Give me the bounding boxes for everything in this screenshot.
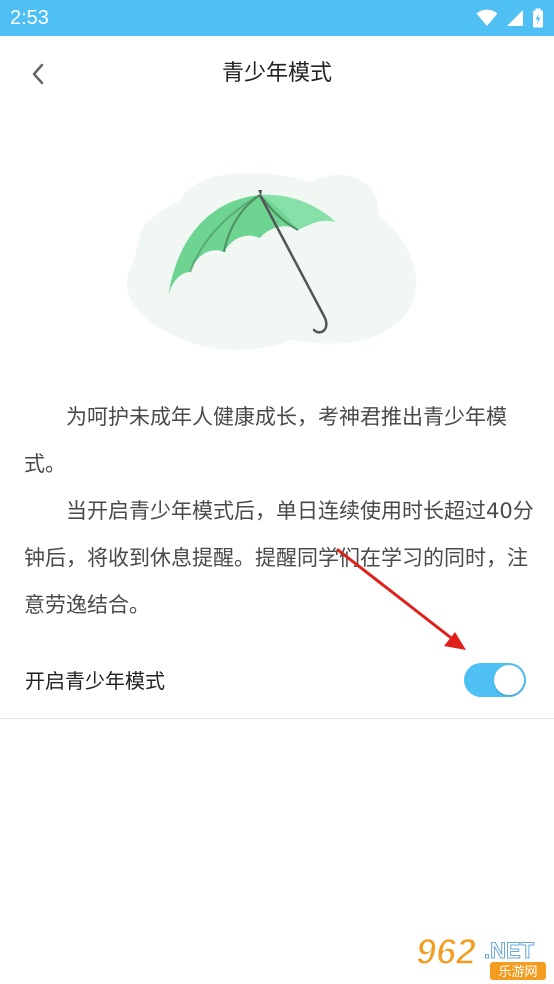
teen-mode-label: 开启青少年模式 <box>25 669 165 693</box>
toggle-knob <box>494 665 524 695</box>
wifi-icon <box>476 9 498 27</box>
header: 青少年模式 <box>0 36 554 114</box>
page-title: 青少年模式 <box>221 61 332 86</box>
status-bar: 2:53 <box>0 0 554 36</box>
svg-text:.NET: .NET <box>484 938 535 963</box>
teen-mode-setting-row: 开启青少年模式 <box>0 648 554 719</box>
screen: 2:53 青少年模式 为呵护未成年人健康成长，考神君推出青少年模式。 当开启青少… <box>0 0 554 984</box>
status-time: 2:53 <box>10 7 49 29</box>
watermark-logo: 962 .NET 乐游网 <box>414 930 550 982</box>
description-paragraph: 为呵护未成年人健康成长，考神君推出青少年模式。 <box>24 405 507 476</box>
battery-charging-icon <box>532 8 544 28</box>
svg-text:962: 962 <box>416 931 476 972</box>
description: 为呵护未成年人健康成长，考神君推出青少年模式。 当开启青少年模式后，单日连续使用… <box>24 394 534 629</box>
umbrella-illustration <box>120 160 430 360</box>
teen-mode-toggle[interactable] <box>464 663 526 697</box>
description-paragraph: 当开启青少年模式后，单日连续使用时长超过40分钟后，将收到休息提醒。提醒同学们在… <box>24 499 534 617</box>
status-icons <box>476 6 544 30</box>
signal-icon <box>506 9 524 27</box>
svg-text:乐游网: 乐游网 <box>498 965 537 980</box>
